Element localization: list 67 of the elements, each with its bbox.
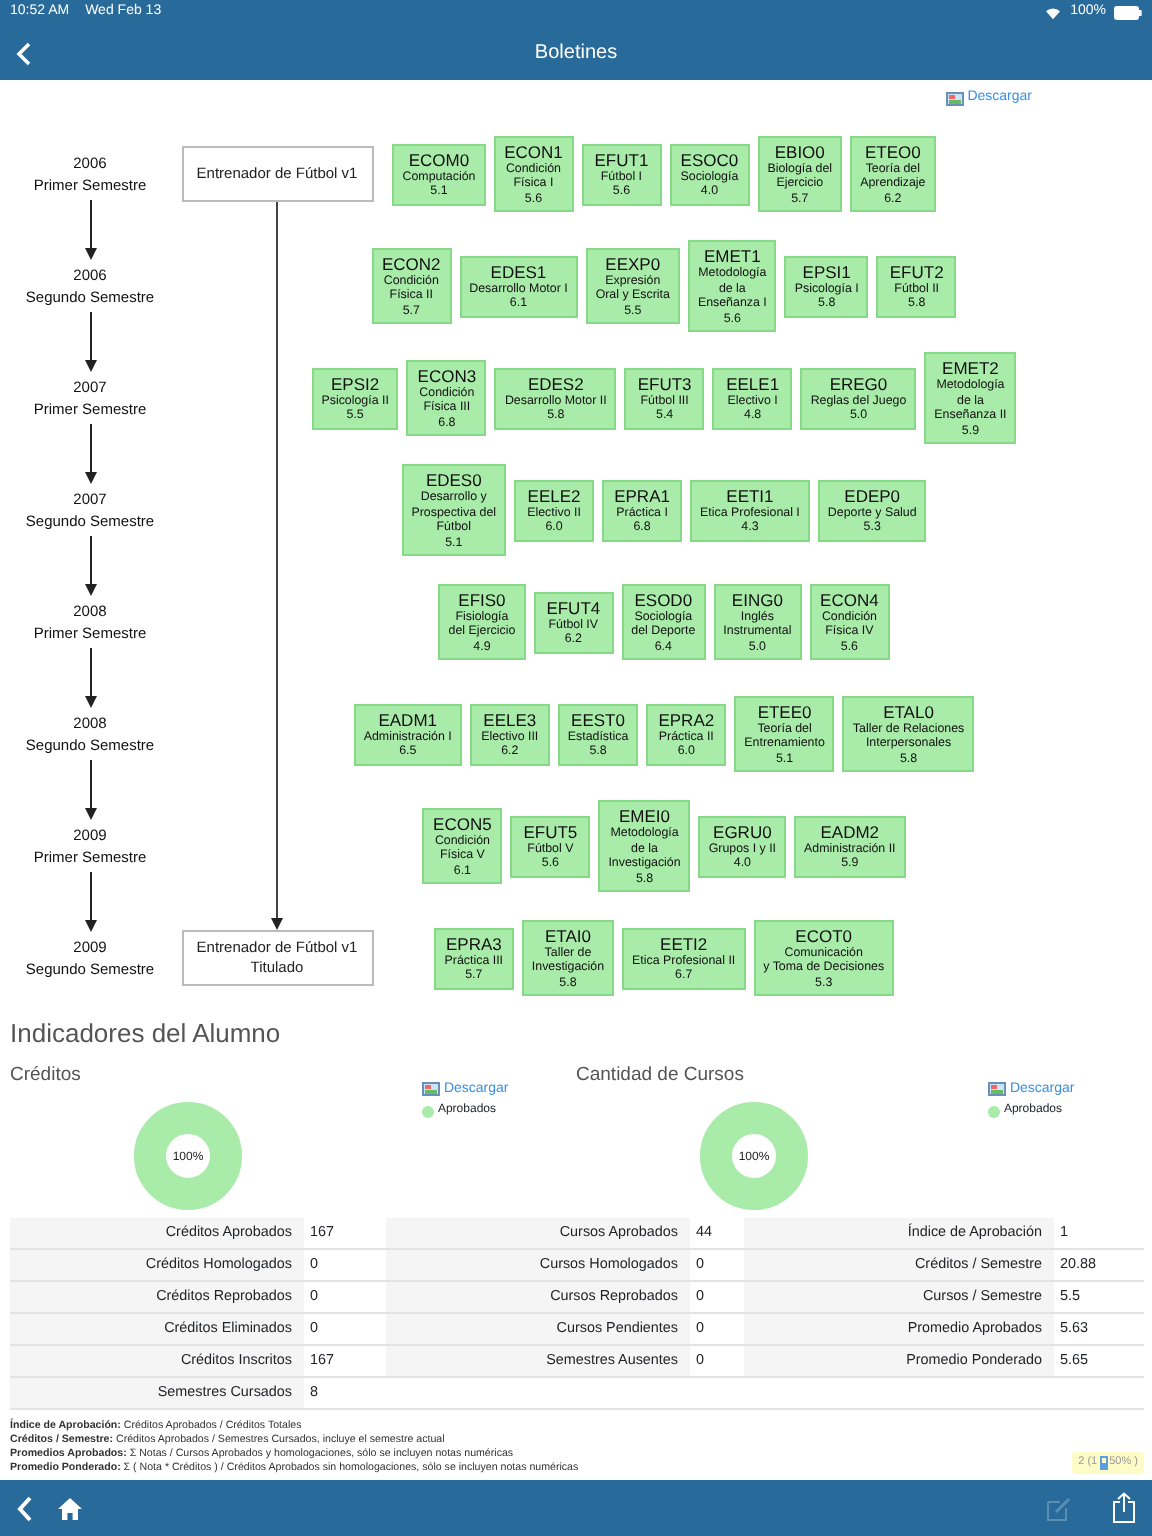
- course-code: EFUT2: [889, 261, 944, 281]
- course-code: ECON1: [504, 141, 563, 162]
- phone-icon: [1099, 1456, 1108, 1470]
- course-code: EDES2: [527, 373, 584, 393]
- image-icon: [945, 92, 964, 106]
- course-code: EMET2: [942, 358, 999, 378]
- course-code: EADM2: [820, 821, 880, 841]
- wifi-icon: [1044, 6, 1063, 20]
- page-title: Boletines: [534, 40, 618, 68]
- course-code: EELE2: [527, 485, 581, 505]
- course-code: EPSI2: [331, 373, 380, 393]
- course-code: EPRA3: [445, 933, 502, 953]
- course-code: ECOT0: [795, 925, 853, 946]
- back-button[interactable]: [16, 1495, 34, 1521]
- arrow: [83, 312, 97, 372]
- course-code: ECOM0: [408, 149, 470, 169]
- course-code: ECON3: [417, 365, 477, 386]
- course-code: EMET1: [703, 246, 761, 266]
- arrow: [83, 536, 97, 596]
- share-button[interactable]: [1112, 1492, 1136, 1524]
- course-code: EING0: [731, 589, 783, 610]
- course-code: EFUT3: [637, 373, 692, 393]
- arrow: [83, 872, 97, 932]
- course-code: EPRA2: [658, 709, 715, 729]
- course-code: EDEP0: [844, 485, 901, 505]
- course-code: EELE3: [483, 709, 537, 729]
- course-code: EADM1: [378, 709, 438, 729]
- course-code: EPRA1: [614, 485, 670, 505]
- arrow: [83, 760, 97, 820]
- course-code: EETI2: [660, 933, 708, 953]
- course-code: EBIO0: [774, 141, 825, 162]
- course-code: ETAL0: [883, 701, 934, 722]
- legend-dot: [421, 1105, 434, 1117]
- course-code: EELE1: [726, 373, 780, 393]
- course-code: EFUT1: [594, 149, 649, 169]
- chart-title: Créditos: [10, 1061, 83, 1090]
- course-code: ECON4: [820, 589, 879, 610]
- arrow: [83, 424, 97, 484]
- course-code: ESOC0: [680, 149, 739, 169]
- course-code: EEST0: [571, 709, 625, 729]
- back-button[interactable]: [16, 41, 32, 65]
- course-code: EDES0: [425, 470, 482, 490]
- course-code: ETAI0: [544, 925, 591, 946]
- image-icon: [421, 1082, 440, 1097]
- course-code: EFIS0: [458, 589, 506, 610]
- legend-dot: [987, 1105, 1000, 1117]
- course-code: ECON2: [381, 253, 441, 274]
- course-code: EFUT4: [546, 597, 601, 617]
- course-code: EMEI0: [619, 806, 671, 826]
- course-code: EDES1: [490, 261, 547, 281]
- course-code: EGRU0: [713, 821, 772, 841]
- course-code: ETEO0: [864, 141, 921, 162]
- course-code: EEXP0: [605, 253, 661, 274]
- home-button[interactable]: [58, 1497, 82, 1519]
- course-code: EFUT5: [523, 821, 578, 841]
- section-title: Indicadores del Alumno: [8, 1016, 283, 1052]
- course-code: EETI1: [726, 485, 774, 505]
- chart-title: Cantidad de Cursos: [576, 1061, 746, 1090]
- image-icon: [987, 1082, 1006, 1097]
- arrow: [83, 648, 97, 708]
- arrow: [83, 200, 97, 260]
- battery-icon: [1114, 6, 1142, 20]
- course-code: ECON5: [433, 813, 492, 834]
- course-code: ESOD0: [634, 589, 693, 610]
- course-code: ETEE0: [757, 701, 812, 722]
- course-code: EREG0: [829, 373, 888, 393]
- course-code: EPSI1: [802, 261, 851, 281]
